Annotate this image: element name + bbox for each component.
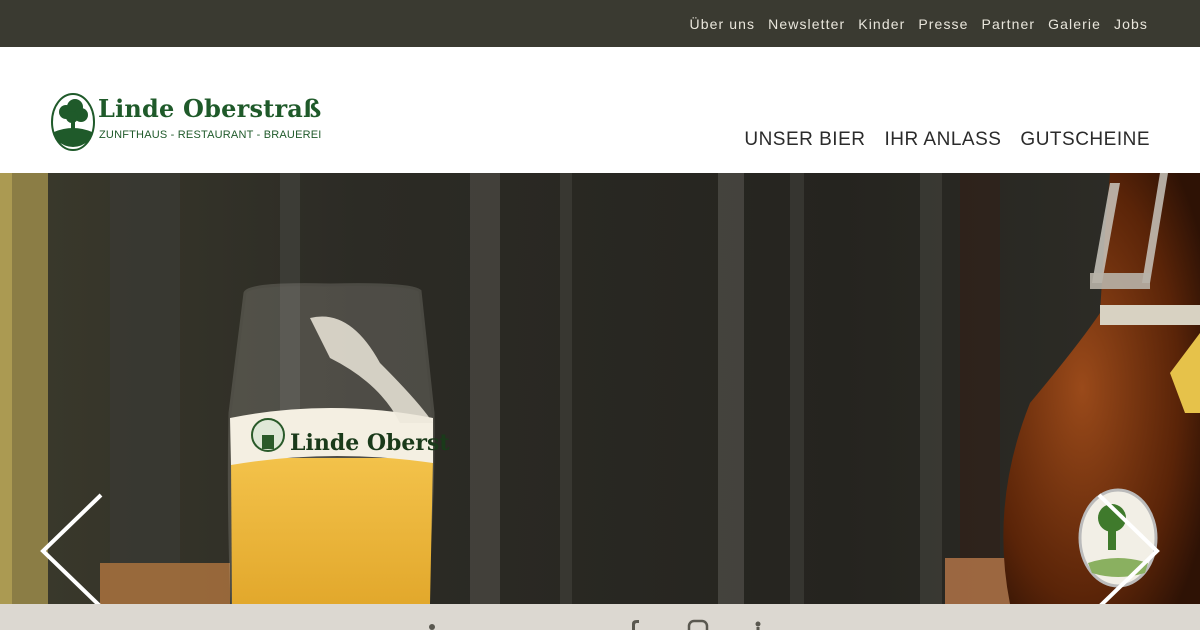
link-icon[interactable] <box>746 618 770 630</box>
topnav-link-kinder[interactable]: Kinder <box>858 16 905 32</box>
topnav-link-galerie[interactable]: Galerie <box>1048 16 1101 32</box>
topnav-link-presse[interactable]: Presse <box>918 16 968 32</box>
mainnav-link-gutscheine[interactable]: GUTSCHEINE <box>1020 129 1150 151</box>
linden-tree-emblem-icon <box>51 93 95 151</box>
slider-next-button[interactable] <box>1095 491 1165 604</box>
logo-title: Linde Oberstraß <box>98 94 322 123</box>
glass-print-text: Linde Oberst <box>290 430 450 456</box>
topnav-link-newsletter[interactable]: Newsletter <box>768 16 845 32</box>
footer-strip <box>0 604 1200 630</box>
unknown-social-icon[interactable] <box>420 618 444 630</box>
hero-slider: Linde Oberst <box>0 173 1200 604</box>
mainnav-link-ihr-anlass[interactable]: IHR ANLASS <box>884 129 1001 151</box>
site-logo[interactable]: Linde Oberstraß ZUNFTHAUS - RESTAURANT -… <box>50 92 321 152</box>
chevron-right-icon <box>1097 493 1160 604</box>
logo-subtitle: ZUNFTHAUS - RESTAURANT - BRAUEREI <box>99 129 322 141</box>
topnav-link-ueber-uns[interactable]: Über uns <box>690 16 756 32</box>
instagram-icon[interactable] <box>686 618 710 630</box>
hero-image: Linde Oberst <box>0 173 1200 604</box>
main-navigation: UNSER BIER IHR ANLASS GUTSCHEINE <box>744 129 1150 151</box>
site-header: Linde Oberstraß ZUNFTHAUS - RESTAURANT -… <box>0 47 1200 173</box>
top-navigation: Über uns Newsletter Kinder Presse Partne… <box>690 0 1148 47</box>
topnav-link-partner[interactable]: Partner <box>982 16 1036 32</box>
slider-prev-button[interactable] <box>35 491 105 604</box>
mainnav-link-unser-bier[interactable]: UNSER BIER <box>744 129 865 151</box>
top-bar: Über uns Newsletter Kinder Presse Partne… <box>0 0 1200 47</box>
facebook-icon[interactable] <box>622 618 646 630</box>
topnav-link-jobs[interactable]: Jobs <box>1114 16 1148 32</box>
chevron-left-icon <box>40 493 103 604</box>
